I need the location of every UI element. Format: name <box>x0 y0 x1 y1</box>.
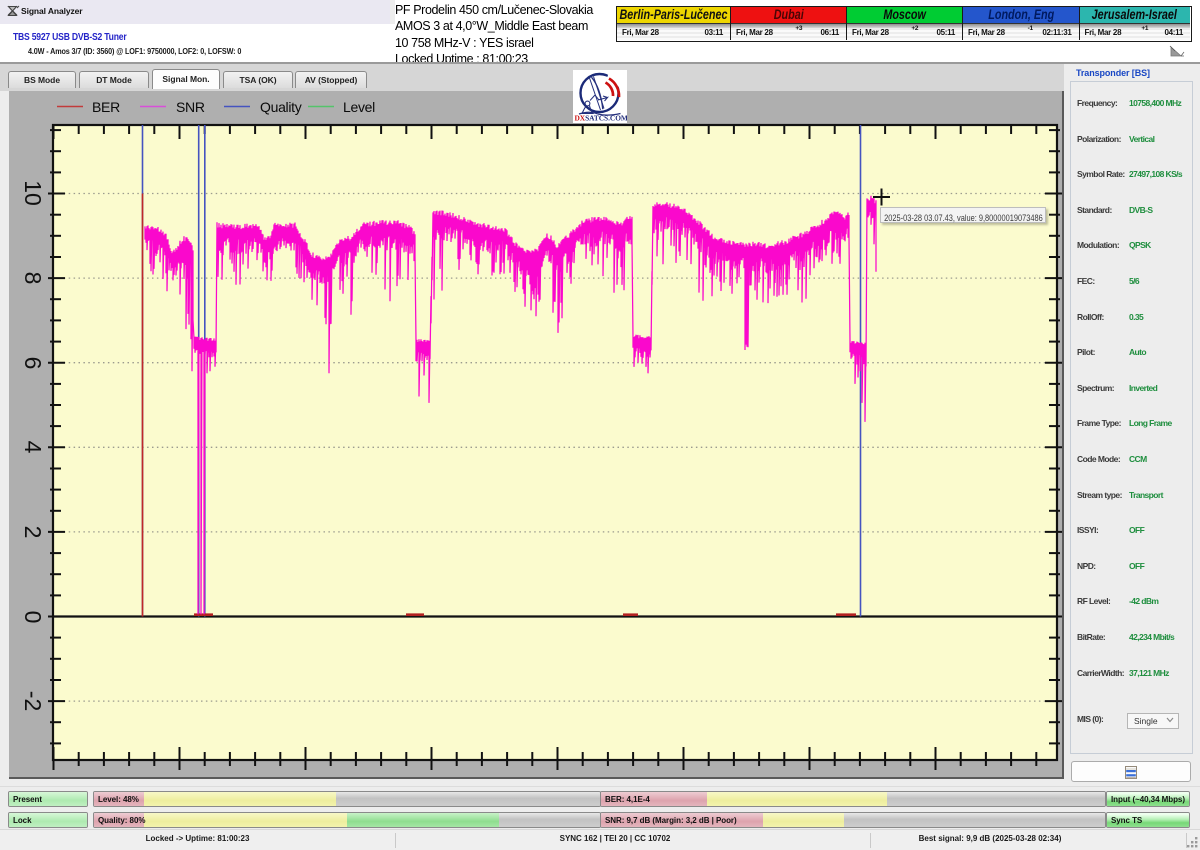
svg-text:8: 8 <box>20 272 46 285</box>
svg-text:10: 10 <box>20 180 46 206</box>
svg-text:Quality: Quality <box>260 99 302 115</box>
svg-text:2: 2 <box>20 526 46 539</box>
svg-text:SNR: SNR <box>176 99 205 115</box>
svg-text:Level: Level <box>343 99 375 115</box>
svg-text:DXSATCS.COM: DXSATCS.COM <box>575 114 628 123</box>
svg-text:BER: BER <box>92 99 120 115</box>
svg-text:4: 4 <box>20 441 46 454</box>
svg-text:-2: -2 <box>20 691 46 711</box>
svg-text:0: 0 <box>20 611 46 624</box>
svg-text:6: 6 <box>20 357 46 370</box>
